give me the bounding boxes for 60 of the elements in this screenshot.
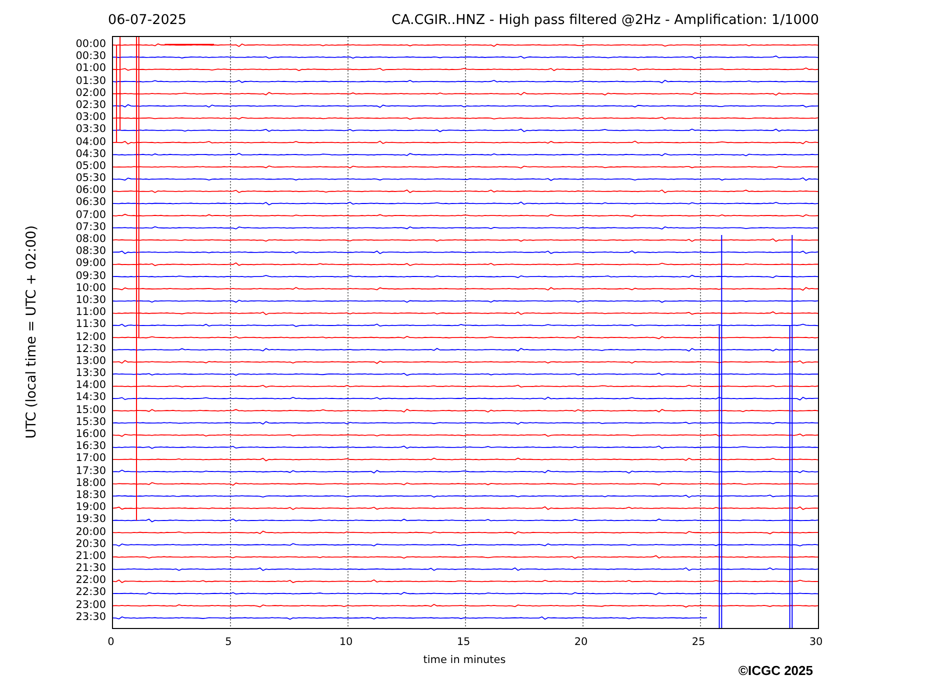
y-tick-label: 07:00: [76, 208, 106, 221]
y-tick-label: 01:00: [76, 62, 106, 75]
x-tick-label: 5: [224, 635, 233, 649]
y-tick-label: 09:30: [76, 270, 106, 282]
y-tick-label: 07:30: [76, 220, 106, 233]
y-tick-label: 20:30: [76, 538, 106, 550]
y-tick-label: 10:00: [76, 282, 106, 294]
y-tick-label: 21:30: [76, 562, 106, 574]
y-tick-label: 03:30: [76, 123, 106, 136]
y-tick-label: 16:30: [76, 440, 106, 452]
y-tick-label: 22:00: [76, 574, 106, 586]
copyright-text: ©ICGC 2025: [738, 663, 813, 679]
y-tick-label: 15:30: [76, 416, 106, 428]
x-tick-label: 15: [456, 635, 472, 649]
x-tick-label: 30: [808, 635, 824, 649]
y-tick-label: 00:00: [76, 38, 106, 50]
y-tick-label: 02:00: [76, 86, 106, 99]
y-tick-label: 14:30: [76, 391, 106, 404]
x-tick-label: 20: [573, 635, 589, 649]
y-tick-label: 13:30: [76, 367, 106, 380]
y-tick-label: 04:30: [76, 148, 106, 160]
y-axis-label: UTC (local time = UTC + 02:00): [23, 224, 41, 438]
y-tick-label: 23:00: [76, 598, 106, 611]
y-tick-label: 15:00: [76, 404, 106, 416]
y-tick-label: 17:30: [76, 464, 106, 477]
y-tick-label: 23:30: [76, 610, 106, 623]
y-tick-label: 06:30: [76, 196, 106, 209]
y-tick-label: 09:00: [76, 257, 106, 270]
y-tick-label: 08:30: [76, 245, 106, 258]
y-tick-label: 18:00: [76, 476, 106, 489]
y-tick-label: 22:30: [76, 586, 106, 599]
y-tick-label: 20:00: [76, 526, 106, 538]
y-tick-label: 10:30: [76, 294, 106, 306]
y-tick-label: 00:30: [76, 50, 106, 62]
y-tick-label: 21:00: [76, 550, 106, 562]
x-tick-label: 0: [106, 635, 116, 649]
y-tick-label: 02:30: [76, 98, 106, 112]
y-tick-label: 08:00: [76, 233, 106, 246]
y-tick-label: 16:00: [76, 428, 106, 440]
y-tick-label: 19:30: [76, 513, 106, 526]
x-tick-label: 25: [690, 635, 706, 649]
y-tick-label: 18:30: [76, 488, 106, 502]
y-tick-label: 14:00: [76, 379, 106, 392]
y-tick-label: 19:00: [76, 501, 106, 514]
y-tick-label: 06:00: [76, 184, 106, 196]
date-label: 06-07-2025: [108, 11, 186, 30]
y-tick-label: 11:30: [76, 318, 106, 330]
x-tick-label: 10: [338, 635, 354, 649]
y-tick-label: 05:00: [76, 160, 106, 172]
y-tick-label: 13:00: [76, 354, 106, 368]
y-tick-label: 12:30: [76, 342, 106, 355]
y-tick-label: 17:00: [76, 452, 106, 465]
y-tick-label: 03:00: [76, 111, 106, 124]
x-axis-label: time in minutes: [423, 653, 506, 667]
y-tick-label: 04:00: [76, 136, 106, 148]
chart-title: CA.CGIR..HNZ - High pass filtered @2Hz - Amplification: 1/1000: [392, 11, 819, 30]
y-tick-label: 05:30: [76, 172, 106, 184]
y-tick-label: 01:30: [76, 74, 106, 87]
y-tick-label: 12:00: [76, 330, 106, 343]
y-tick-label: 11:00: [76, 306, 106, 318]
